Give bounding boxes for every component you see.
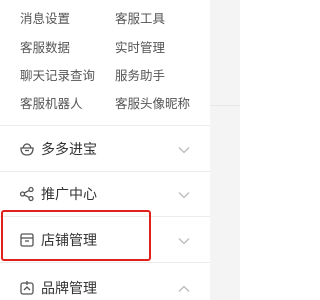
submenu-item-service-robot[interactable]: 客服机器人 (20, 93, 83, 112)
store-icon (18, 231, 36, 249)
divider (210, 105, 240, 106)
customer-service-submenu: 消息设置 客服工具 客服数据 实时管理 聊天记录查询 服务助手 客服机器人 客服… (0, 0, 210, 118)
divider (0, 125, 210, 126)
sidebar: 消息设置 客服工具 客服数据 实时管理 聊天记录查询 服务助手 客服机器人 客服… (0, 0, 210, 300)
submenu-item-service-tools[interactable]: 客服工具 (115, 8, 165, 27)
menu-section-brand-management[interactable]: 品牌管理 (0, 266, 210, 300)
brand-icon (18, 279, 36, 297)
menu-section-label: 推广中心 (41, 187, 97, 203)
menu-section-label: 店铺管理 (41, 233, 97, 249)
chevron-down-icon[interactable] (176, 187, 192, 201)
chevron-up-icon[interactable] (176, 281, 192, 295)
chevron-down-icon[interactable] (176, 142, 192, 156)
chevron-down-icon[interactable] (176, 233, 192, 247)
submenu-item-service-assistant[interactable]: 服务助手 (115, 65, 165, 84)
menu-section-label: 品牌管理 (41, 281, 97, 297)
money-pot-icon (18, 140, 36, 158)
divider (0, 216, 210, 217)
submenu-item-realtime-manage[interactable]: 实时管理 (115, 37, 165, 56)
divider (0, 262, 210, 263)
menu-section-label: 多多进宝 (41, 142, 97, 158)
submenu-item-service-data[interactable]: 客服数据 (20, 37, 70, 56)
menu-section-duoduo-jinbao[interactable]: 多多进宝 (0, 127, 210, 171)
menu-section-store-management[interactable]: 店铺管理 (0, 218, 210, 262)
menu-section-promotion-center[interactable]: 推广中心 (0, 172, 210, 216)
main-content-edge (210, 0, 240, 300)
submenu-item-chat-history[interactable]: 聊天记录查询 (20, 65, 95, 84)
share-icon (18, 185, 36, 203)
submenu-item-message-settings[interactable]: 消息设置 (20, 8, 70, 27)
submenu-item-avatar-nickname[interactable]: 客服头像昵称 (115, 93, 190, 112)
